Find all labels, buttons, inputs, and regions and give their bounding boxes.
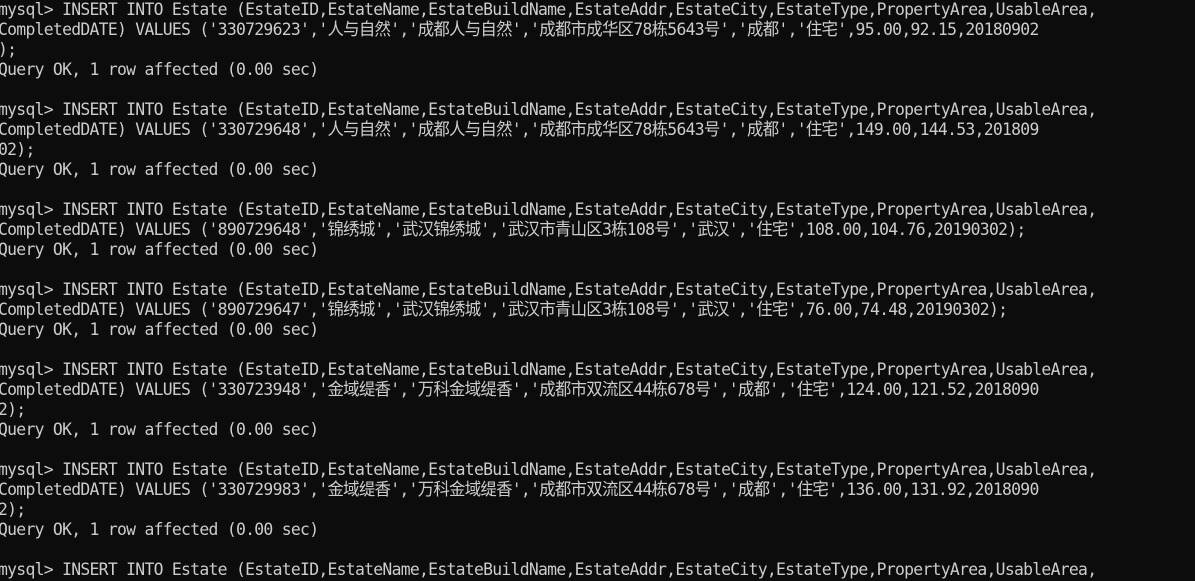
terminal-line: Query OK, 1 row affected (0.00 sec) (0, 160, 319, 180)
terminal-line: CompletedDATE) VALUES ('890729648','锦绣城'… (0, 220, 1026, 240)
terminal-line: Query OK, 1 row affected (0.00 sec) (0, 520, 319, 540)
terminal-line: 2); (0, 500, 26, 520)
terminal-line: 02); (0, 140, 35, 160)
terminal-line: mysql> INSERT INTO Estate (EstateID,Esta… (0, 100, 1097, 120)
terminal-line: mysql> INSERT INTO Estate (EstateID,Esta… (0, 200, 1097, 220)
terminal-line: CompletedDATE) VALUES ('330729648','人与自然… (0, 120, 1039, 140)
terminal-line: Query OK, 1 row affected (0.00 sec) (0, 240, 319, 260)
terminal-line: mysql> INSERT INTO Estate (EstateID,Esta… (0, 360, 1097, 380)
terminal-output[interactable]: mysql> INSERT INTO Estate (EstateID,Esta… (0, 0, 1195, 581)
terminal-line: Query OK, 1 row affected (0.00 sec) (0, 320, 319, 340)
terminal-line: 2); (0, 400, 26, 420)
terminal-line: Query OK, 1 row affected (0.00 sec) (0, 420, 319, 440)
terminal-line: CompletedDATE) VALUES ('330723948','金域缇香… (0, 380, 1039, 400)
terminal-line: mysql> INSERT INTO Estate (EstateID,Esta… (0, 280, 1097, 300)
terminal-line: CompletedDATE) VALUES ('890729647','锦绣城'… (0, 300, 1008, 320)
terminal-line: Query OK, 1 row affected (0.00 sec) (0, 60, 319, 80)
terminal-line: CompletedDATE) VALUES ('330729623','人与自然… (0, 20, 1039, 40)
terminal-line: mysql> INSERT INTO Estate (EstateID,Esta… (0, 560, 1097, 580)
terminal-line: ); (0, 40, 17, 60)
terminal-line: mysql> INSERT INTO Estate (EstateID,Esta… (0, 460, 1097, 480)
terminal-line: mysql> INSERT INTO Estate (EstateID,Esta… (0, 0, 1097, 20)
terminal-line: CompletedDATE) VALUES ('330729983','金域缇香… (0, 480, 1039, 500)
